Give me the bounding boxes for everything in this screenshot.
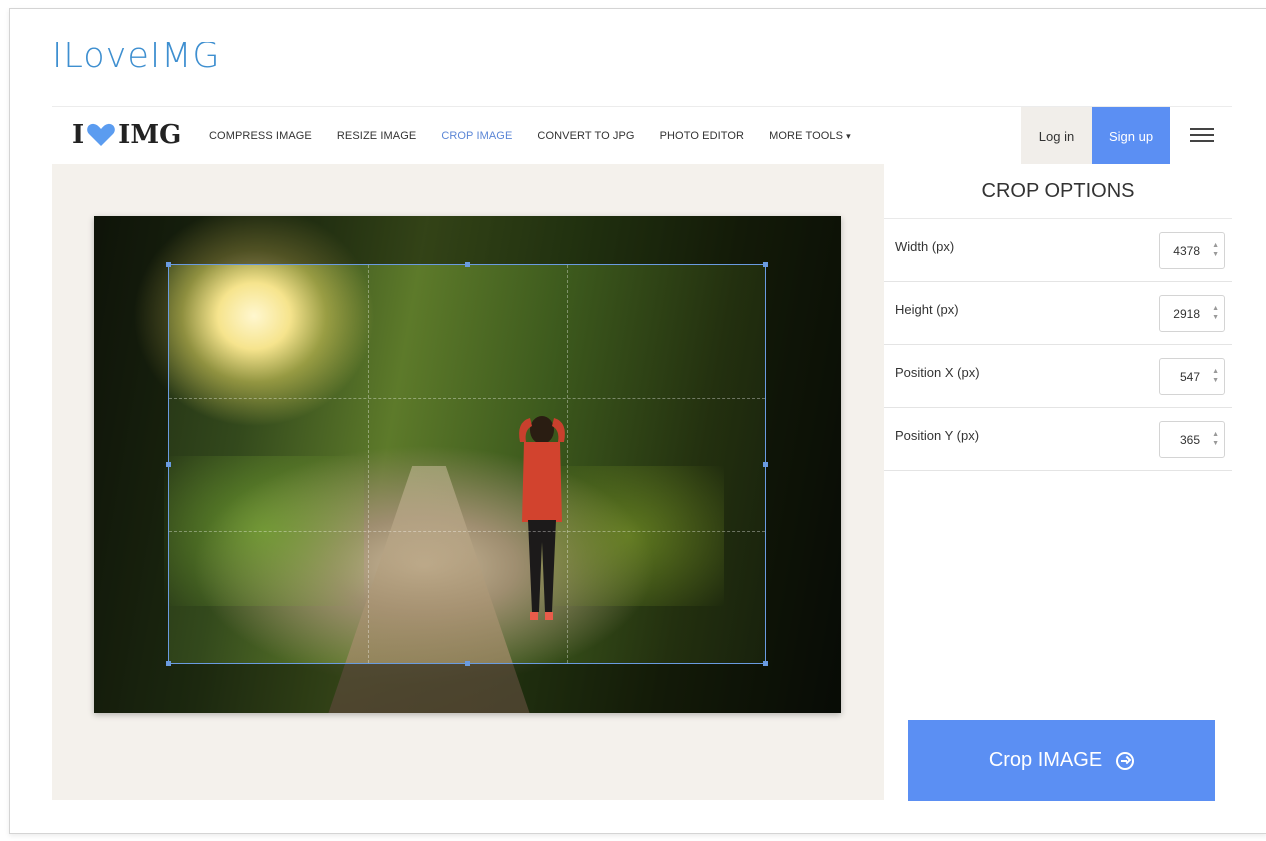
photo-preview	[94, 216, 841, 713]
crop-handle-top-left[interactable]	[166, 262, 171, 267]
crop-shade-top	[94, 216, 841, 264]
option-position-x: Position X (px) 547 ▲ ▼	[884, 345, 1232, 408]
signup-button[interactable]: Sign up	[1092, 107, 1170, 165]
nav-item-convert-to-jpg[interactable]: CONVERT TO JPG	[537, 130, 634, 142]
position-x-input[interactable]: 547 ▲ ▼	[1159, 358, 1225, 395]
logo-text-left: I	[72, 120, 85, 150]
nav-item-compress-image[interactable]: COMPRESS IMAGE	[209, 130, 312, 142]
position-x-value: 547	[1179, 370, 1200, 384]
crop-selection-box[interactable]	[166, 262, 768, 666]
caret-down-icon: ▾	[846, 131, 851, 141]
crop-handle-bottom-right[interactable]	[763, 661, 768, 666]
option-height: Height (px) 2918 ▲ ▼	[884, 282, 1232, 345]
crop-handle-top-right[interactable]	[763, 262, 768, 267]
nav-item-crop-image[interactable]: CROP IMAGE	[441, 130, 512, 142]
position-x-label: Position X (px)	[895, 365, 980, 380]
heart-icon	[86, 122, 116, 148]
spinner-arrows-icon[interactable]: ▲ ▼	[1212, 430, 1219, 448]
spinner-arrows-icon[interactable]: ▲ ▼	[1212, 367, 1219, 385]
position-y-input[interactable]: 365 ▲ ▼	[1159, 421, 1225, 458]
height-input[interactable]: 2918 ▲ ▼	[1159, 295, 1225, 332]
hamburger-icon[interactable]	[1190, 124, 1214, 146]
logo[interactable]: I IMG	[72, 120, 181, 150]
crop-options-title: CROP OPTIONS	[884, 164, 1232, 219]
arrow-circle-right-icon	[1116, 751, 1135, 770]
crop-image-button-label: Crop IMAGE	[988, 749, 1103, 771]
crop-options-panel: CROP OPTIONS Width (px) 4378 ▲ ▼ Height (…	[884, 164, 1232, 801]
crop-handle-bottom-left[interactable]	[166, 661, 171, 666]
position-y-value: 365	[1179, 433, 1200, 447]
crop-handle-right[interactable]	[763, 462, 768, 467]
option-position-y: Position Y (px) 365 ▲ ▼	[884, 408, 1232, 471]
login-button[interactable]: Log in	[1021, 107, 1092, 165]
more-tools-label: MORE TOOLS	[769, 130, 844, 142]
logo-text-right: IMG	[118, 120, 182, 150]
crop-grid-line	[368, 265, 369, 663]
spinner-arrows-icon[interactable]: ▲ ▼	[1212, 304, 1219, 322]
navbar: I IMG COMPRESS IMAGE RESIZE IMAGE CROP I…	[52, 106, 1232, 166]
width-label: Width (px)	[895, 239, 955, 254]
crop-handle-bottom[interactable]	[465, 661, 470, 666]
nav-item-photo-editor[interactable]: PHOTO EDITOR	[660, 130, 745, 142]
spinner-arrows-icon[interactable]: ▲ ▼	[1212, 241, 1219, 259]
height-label: Height (px)	[895, 302, 959, 317]
nav-item-resize-image[interactable]: RESIZE IMAGE	[337, 130, 416, 142]
crop-grid-line	[567, 265, 568, 663]
crop-image-button[interactable]: Crop IMAGE	[908, 720, 1215, 801]
crop-shade-right	[766, 264, 841, 664]
crop-shade-left	[94, 264, 168, 664]
nav-menu: COMPRESS IMAGE RESIZE IMAGE CROP IMAGE C…	[209, 107, 876, 165]
nav-item-more-tools[interactable]: MORE TOOLS ▾	[769, 130, 851, 142]
crop-grid-line	[169, 398, 765, 399]
position-y-label: Position Y (px)	[895, 428, 980, 443]
crop-shade-bottom	[94, 664, 841, 713]
width-value: 4378	[1173, 244, 1200, 258]
crop-grid-line	[169, 531, 765, 532]
crop-handle-top[interactable]	[465, 262, 470, 267]
crop-workspace	[52, 164, 884, 800]
width-input[interactable]: 4378 ▲ ▼	[1159, 232, 1225, 269]
option-width: Width (px) 4378 ▲ ▼	[884, 219, 1232, 282]
height-value: 2918	[1173, 307, 1200, 321]
crop-handle-left[interactable]	[166, 462, 171, 467]
